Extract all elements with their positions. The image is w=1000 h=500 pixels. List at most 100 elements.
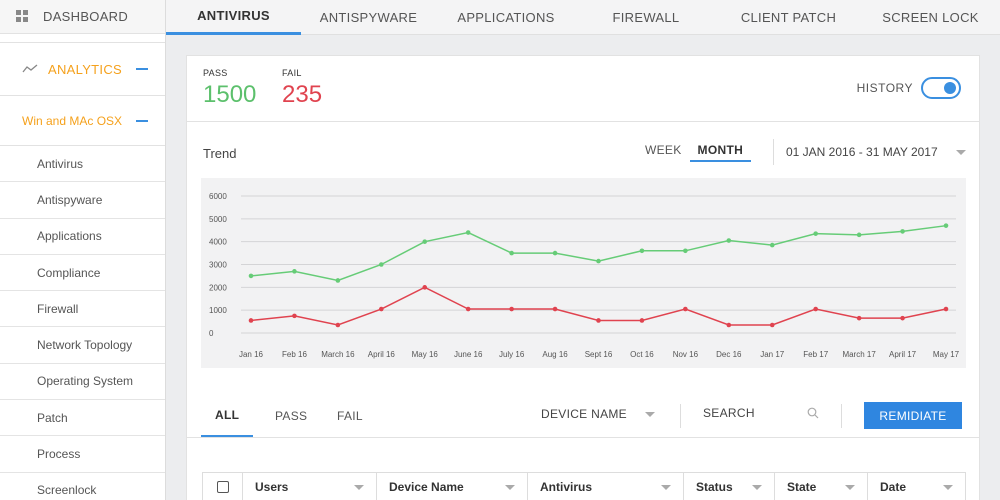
analytics-icon bbox=[22, 64, 38, 73]
fail-value: 235 bbox=[282, 81, 323, 108]
x-tick-label: Feb 16 bbox=[282, 350, 307, 359]
column-users[interactable]: Users bbox=[243, 473, 377, 500]
select-all-cell bbox=[203, 473, 243, 500]
column-date[interactable]: Date bbox=[868, 473, 965, 500]
data-point bbox=[422, 239, 428, 244]
data-point bbox=[639, 248, 645, 254]
x-tick-label: Nov 16 bbox=[673, 350, 699, 359]
data-point bbox=[292, 313, 297, 319]
table-area: Users Device Name Antivirus Status State… bbox=[186, 438, 980, 500]
column-status[interactable]: Status bbox=[684, 473, 775, 500]
y-tick-label: 5000 bbox=[209, 215, 227, 224]
sidebar-item-network-topology[interactable]: Network Topology bbox=[0, 327, 165, 364]
sidebar-dashboard-label: DASHBOARD bbox=[43, 9, 129, 24]
tab-firewall[interactable]: FIREWALL bbox=[576, 0, 716, 35]
y-tick-label: 2000 bbox=[209, 283, 227, 292]
filter-tab-all[interactable]: ALL bbox=[201, 394, 254, 437]
chevron-down-icon bbox=[955, 149, 966, 155]
pass-label: PASS bbox=[203, 68, 228, 78]
device-name-select[interactable]: DEVICE NAME bbox=[541, 407, 655, 421]
sidebar-item-screenlock[interactable]: Screenlock bbox=[0, 473, 165, 500]
pass-summary: PASS 1500 bbox=[203, 68, 256, 109]
fail-summary: FAIL 235 bbox=[282, 68, 322, 109]
divider bbox=[841, 404, 842, 428]
sidebar-os-group[interactable]: Win and MAc OSX bbox=[0, 96, 165, 146]
trend-chart: 0 1000 2000 3000 4000 5000 6000 Jan 16 Feb 16 Mar… bbox=[201, 178, 966, 368]
data-point bbox=[422, 285, 428, 290]
data-point bbox=[943, 223, 949, 228]
fail-label: FAIL bbox=[282, 68, 302, 78]
filter-tab-fail[interactable]: FAIL bbox=[337, 394, 363, 438]
sidebar-item-compliance[interactable]: Compliance bbox=[0, 255, 165, 292]
top-tabs: ANTIVIRUS ANTISPYWARE APPLICATIONS FIREW… bbox=[166, 0, 1000, 35]
filter-tab-pass[interactable]: PASS bbox=[275, 394, 307, 438]
trend-title: Trend bbox=[203, 146, 237, 161]
divider bbox=[680, 404, 681, 428]
y-tick-label: 3000 bbox=[209, 261, 227, 270]
remediate-button[interactable]: REMIDIATE bbox=[864, 402, 962, 429]
column-device-name[interactable]: Device Name bbox=[377, 473, 528, 500]
column-state[interactable]: State bbox=[775, 473, 868, 500]
date-range-value: 01 JAN 2016 - 31 MAY 2017 bbox=[786, 145, 938, 159]
date-range-select[interactable]: 01 JAN 2016 - 31 MAY 2017 bbox=[773, 139, 966, 165]
tab-antispyware[interactable]: ANTISPYWARE bbox=[301, 0, 436, 35]
data-point bbox=[379, 262, 384, 267]
x-tick-label: Aug 16 bbox=[542, 350, 568, 359]
data-point bbox=[248, 318, 254, 323]
y-tick-label: 6000 bbox=[209, 192, 227, 201]
x-tick-label: Dec 16 bbox=[716, 350, 742, 359]
history-toggle[interactable] bbox=[921, 77, 961, 99]
data-point bbox=[552, 306, 558, 312]
dashboard-icon bbox=[16, 10, 29, 23]
tab-antivirus[interactable]: ANTIVIRUS bbox=[166, 0, 301, 35]
period-month[interactable]: MONTH bbox=[689, 143, 752, 162]
sidebar-os-label: Win and MAc OSX bbox=[22, 113, 123, 128]
column-antivirus[interactable]: Antivirus bbox=[528, 473, 684, 500]
trend-card: PASS 1500 FAIL 235 HISTORY Trend WEEK MO… bbox=[186, 55, 980, 395]
data-point bbox=[552, 250, 558, 256]
x-tick-label: March 17 bbox=[842, 350, 876, 359]
data-point bbox=[900, 315, 905, 321]
x-tick-label: July 16 bbox=[499, 350, 525, 359]
search-icon[interactable] bbox=[807, 407, 819, 419]
table-header: Users Device Name Antivirus Status State… bbox=[202, 472, 966, 500]
trend-chart-svg: 0 1000 2000 3000 4000 5000 6000 Jan 16 Feb 16 Mar… bbox=[209, 192, 960, 359]
sidebar-item-antivirus[interactable]: Antivirus bbox=[0, 146, 165, 183]
device-name-label: DEVICE NAME bbox=[541, 407, 627, 421]
y-tick-label: 1000 bbox=[209, 306, 227, 315]
sidebar-item-antispyware[interactable]: Antispyware bbox=[0, 182, 165, 219]
collapse-icon[interactable] bbox=[136, 119, 149, 122]
tab-screen-lock[interactable]: SCREEN LOCK bbox=[861, 0, 1000, 35]
tab-client-patch[interactable]: CLIENT PATCH bbox=[716, 0, 861, 35]
sidebar-analytics[interactable]: ANALYTICS bbox=[0, 42, 165, 96]
select-all-checkbox[interactable] bbox=[216, 481, 229, 493]
chevron-down-icon bbox=[644, 411, 655, 417]
sidebar-item-applications[interactable]: Applications bbox=[0, 219, 165, 255]
collapse-icon[interactable] bbox=[135, 68, 148, 70]
sidebar-dashboard[interactable]: DASHBOARD bbox=[0, 0, 165, 34]
toggle-knob bbox=[944, 82, 956, 94]
tab-applications[interactable]: APPLICATIONS bbox=[436, 0, 576, 35]
pass-value: 1500 bbox=[203, 81, 257, 108]
data-point bbox=[769, 242, 775, 248]
period-selector: WEEK MONTH bbox=[637, 143, 752, 162]
x-tick-label: Sept 16 bbox=[585, 350, 613, 359]
data-point bbox=[379, 306, 384, 312]
data-point bbox=[900, 229, 905, 234]
filter-bar: ALL PASS FAIL DEVICE NAME REMIDIATE bbox=[186, 394, 980, 438]
sidebar-item-patch[interactable]: Patch bbox=[0, 400, 165, 437]
sidebar-item-operating-system[interactable]: Operating System bbox=[0, 364, 165, 401]
chevron-down-icon bbox=[661, 484, 671, 490]
sidebar-item-process[interactable]: Process bbox=[0, 436, 165, 473]
x-tick-label: March 16 bbox=[321, 350, 355, 359]
data-point bbox=[509, 250, 514, 256]
period-week[interactable]: WEEK bbox=[637, 143, 690, 162]
column-label: Status bbox=[696, 480, 733, 494]
data-point bbox=[813, 306, 818, 312]
column-label: Device Name bbox=[389, 480, 464, 494]
data-point bbox=[596, 258, 601, 264]
sidebar-item-firewall[interactable]: Firewall bbox=[0, 291, 165, 328]
chevron-down-icon bbox=[845, 484, 855, 490]
x-tick-label: June 16 bbox=[454, 350, 483, 359]
data-point bbox=[465, 230, 471, 235]
